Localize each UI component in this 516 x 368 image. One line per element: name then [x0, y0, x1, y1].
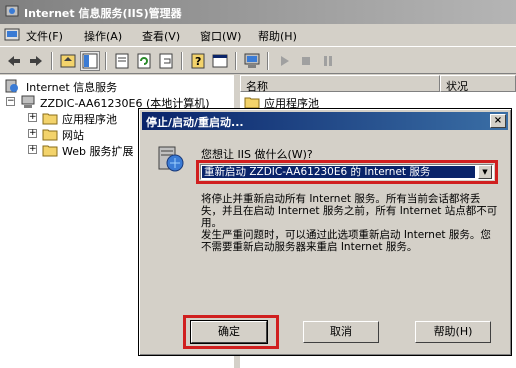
action-select-highlight: 重新启动 ZZDIC-AA61230E6 的 Internet 服务 ▼ [196, 160, 498, 184]
expand-icon[interactable]: + [28, 145, 37, 154]
properties-icon[interactable] [112, 51, 132, 71]
computer-icon[interactable] [242, 51, 262, 71]
description-paragraph-2: 发生严重问题时，可以通过此选项重新启动 Internet 服务。您不需要重新启动… [201, 229, 491, 253]
pause-icon[interactable] [318, 51, 338, 71]
refresh-icon[interactable] [134, 51, 154, 71]
menu-action[interactable]: 操作(A) [84, 28, 122, 44]
forward-icon[interactable] [26, 51, 46, 71]
tree-item-label: 网站 [62, 129, 84, 142]
column-status[interactable]: 状况 [440, 75, 516, 93]
action-select[interactable]: 重新启动 ZZDIC-AA61230E6 的 Internet 服务 ▼ [200, 164, 494, 180]
description-paragraph-1: 将停止并重新启动所有 Internet 服务。所有当前会话都将丢失，并且在启动 … [201, 193, 498, 229]
tree-item-label: 应用程序池 [62, 113, 117, 126]
window-title: Internet 信息服务(IIS)管理器 [24, 7, 182, 20]
action-select-value: 重新启动 ZZDIC-AA61230E6 的 Internet 服务 [202, 166, 475, 178]
expand-icon[interactable]: + [28, 113, 37, 122]
console-icon[interactable] [210, 51, 230, 71]
menu-file[interactable]: 文件(F) [26, 28, 63, 44]
menu-window[interactable]: 窗口(W) [200, 28, 241, 44]
app-menu-icon[interactable] [4, 27, 20, 43]
dropdown-arrow-icon[interactable]: ▼ [478, 165, 492, 179]
svg-text:?: ? [195, 55, 201, 68]
menu-help[interactable]: 帮助(H) [258, 28, 297, 44]
back-icon[interactable] [4, 51, 24, 71]
dialog-title: 停止/启动/重启动... [146, 116, 244, 129]
ok-button[interactable]: 确定 [190, 320, 268, 344]
folder-icon [42, 145, 58, 157]
stop-icon[interactable] [296, 51, 316, 71]
help-icon[interactable]: ? [188, 51, 208, 71]
list-header: 名称 状况 [240, 75, 516, 93]
tree-item-label: Web 服务扩展 [62, 145, 134, 158]
iis-icon [5, 5, 19, 17]
cancel-button[interactable]: 取消 [303, 321, 379, 343]
help-button[interactable]: 帮助(H) [415, 321, 491, 343]
menu-bar: 文件(F) 操作(A) 查看(V) 窗口(W) 帮助(H) [0, 24, 516, 46]
export-icon[interactable] [156, 51, 176, 71]
computer-icon [21, 95, 35, 108]
window-titlebar: Internet 信息服务(IIS)管理器 [0, 0, 516, 24]
up-folder-icon[interactable] [58, 51, 78, 71]
folder-icon [42, 129, 58, 141]
iis-root-icon [5, 79, 18, 93]
tree-root-label: Internet 信息服务 [26, 81, 118, 94]
show-tree-icon[interactable] [80, 51, 100, 71]
folder-icon [42, 113, 58, 125]
expand-icon[interactable]: + [28, 129, 37, 138]
start-icon[interactable] [274, 51, 294, 71]
action-description: 将停止并重新启动所有 Internet 服务。所有当前会话都将丢失，并且在启动 … [201, 193, 499, 253]
collapse-icon[interactable]: − [6, 97, 15, 106]
server-icon [158, 146, 184, 172]
close-button[interactable]: × [490, 114, 506, 128]
toolbar: ? [0, 46, 516, 74]
restart-dialog: 停止/启动/重启动... × 您想让 IIS 做什么(W)? 重新启动 ZZDI… [138, 108, 512, 356]
column-name[interactable]: 名称 [240, 75, 440, 93]
menu-view[interactable]: 查看(V) [142, 28, 180, 44]
dialog-titlebar: 停止/启动/重启动... × [142, 112, 508, 130]
